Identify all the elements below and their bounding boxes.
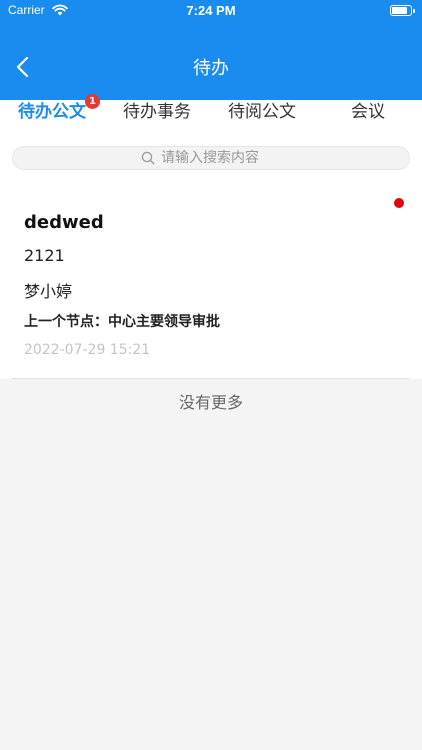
item-title: dedwed	[24, 212, 104, 233]
search-area	[0, 140, 422, 182]
tab-label: 会议	[351, 102, 385, 122]
search-input[interactable]	[161, 149, 391, 167]
search-box[interactable]	[12, 146, 410, 170]
tab-label: 待阅公文	[228, 102, 296, 122]
battery-icon	[390, 5, 415, 16]
tab-label: 待办事务	[123, 102, 191, 122]
status-time: 7:24 PM	[186, 3, 236, 18]
no-more-label: 没有更多	[178, 393, 243, 412]
item-person: 梦小婷	[24, 282, 73, 301]
tab-label: 待办公文	[18, 102, 86, 122]
item-divider	[12, 378, 410, 379]
search-icon	[141, 151, 155, 165]
tab-bar: 待办公文 1 待办事务 待阅公文 会议	[0, 94, 422, 140]
item-time: 2022-07-29 15:21	[24, 342, 151, 358]
tab-to-read-documents[interactable]: 待阅公文	[228, 100, 296, 140]
tab-pending-documents[interactable]: 待办公文 1	[18, 94, 100, 140]
page-title: 待办	[193, 58, 229, 79]
item-number: 2121	[24, 246, 65, 265]
unread-dot	[394, 198, 404, 208]
status-bar: Carrier 7:24 PM	[0, 0, 422, 22]
tab-meetings[interactable]: 会议	[351, 100, 385, 140]
app-header: Carrier 7:24 PM 待办	[0, 0, 422, 100]
item-previous-node: 上一个节点：中心主要领导审批	[24, 314, 220, 330]
document-list: dedwed 2121 梦小婷 上一个节点：中心主要领导审批 2022-07-2…	[0, 182, 422, 379]
tab-pending-affairs[interactable]: 待办事务	[123, 100, 191, 140]
list-item[interactable]: dedwed 2121 梦小婷 上一个节点：中心主要领导审批 2022-07-2…	[0, 182, 422, 379]
tab-badge-count: 1	[85, 94, 100, 109]
